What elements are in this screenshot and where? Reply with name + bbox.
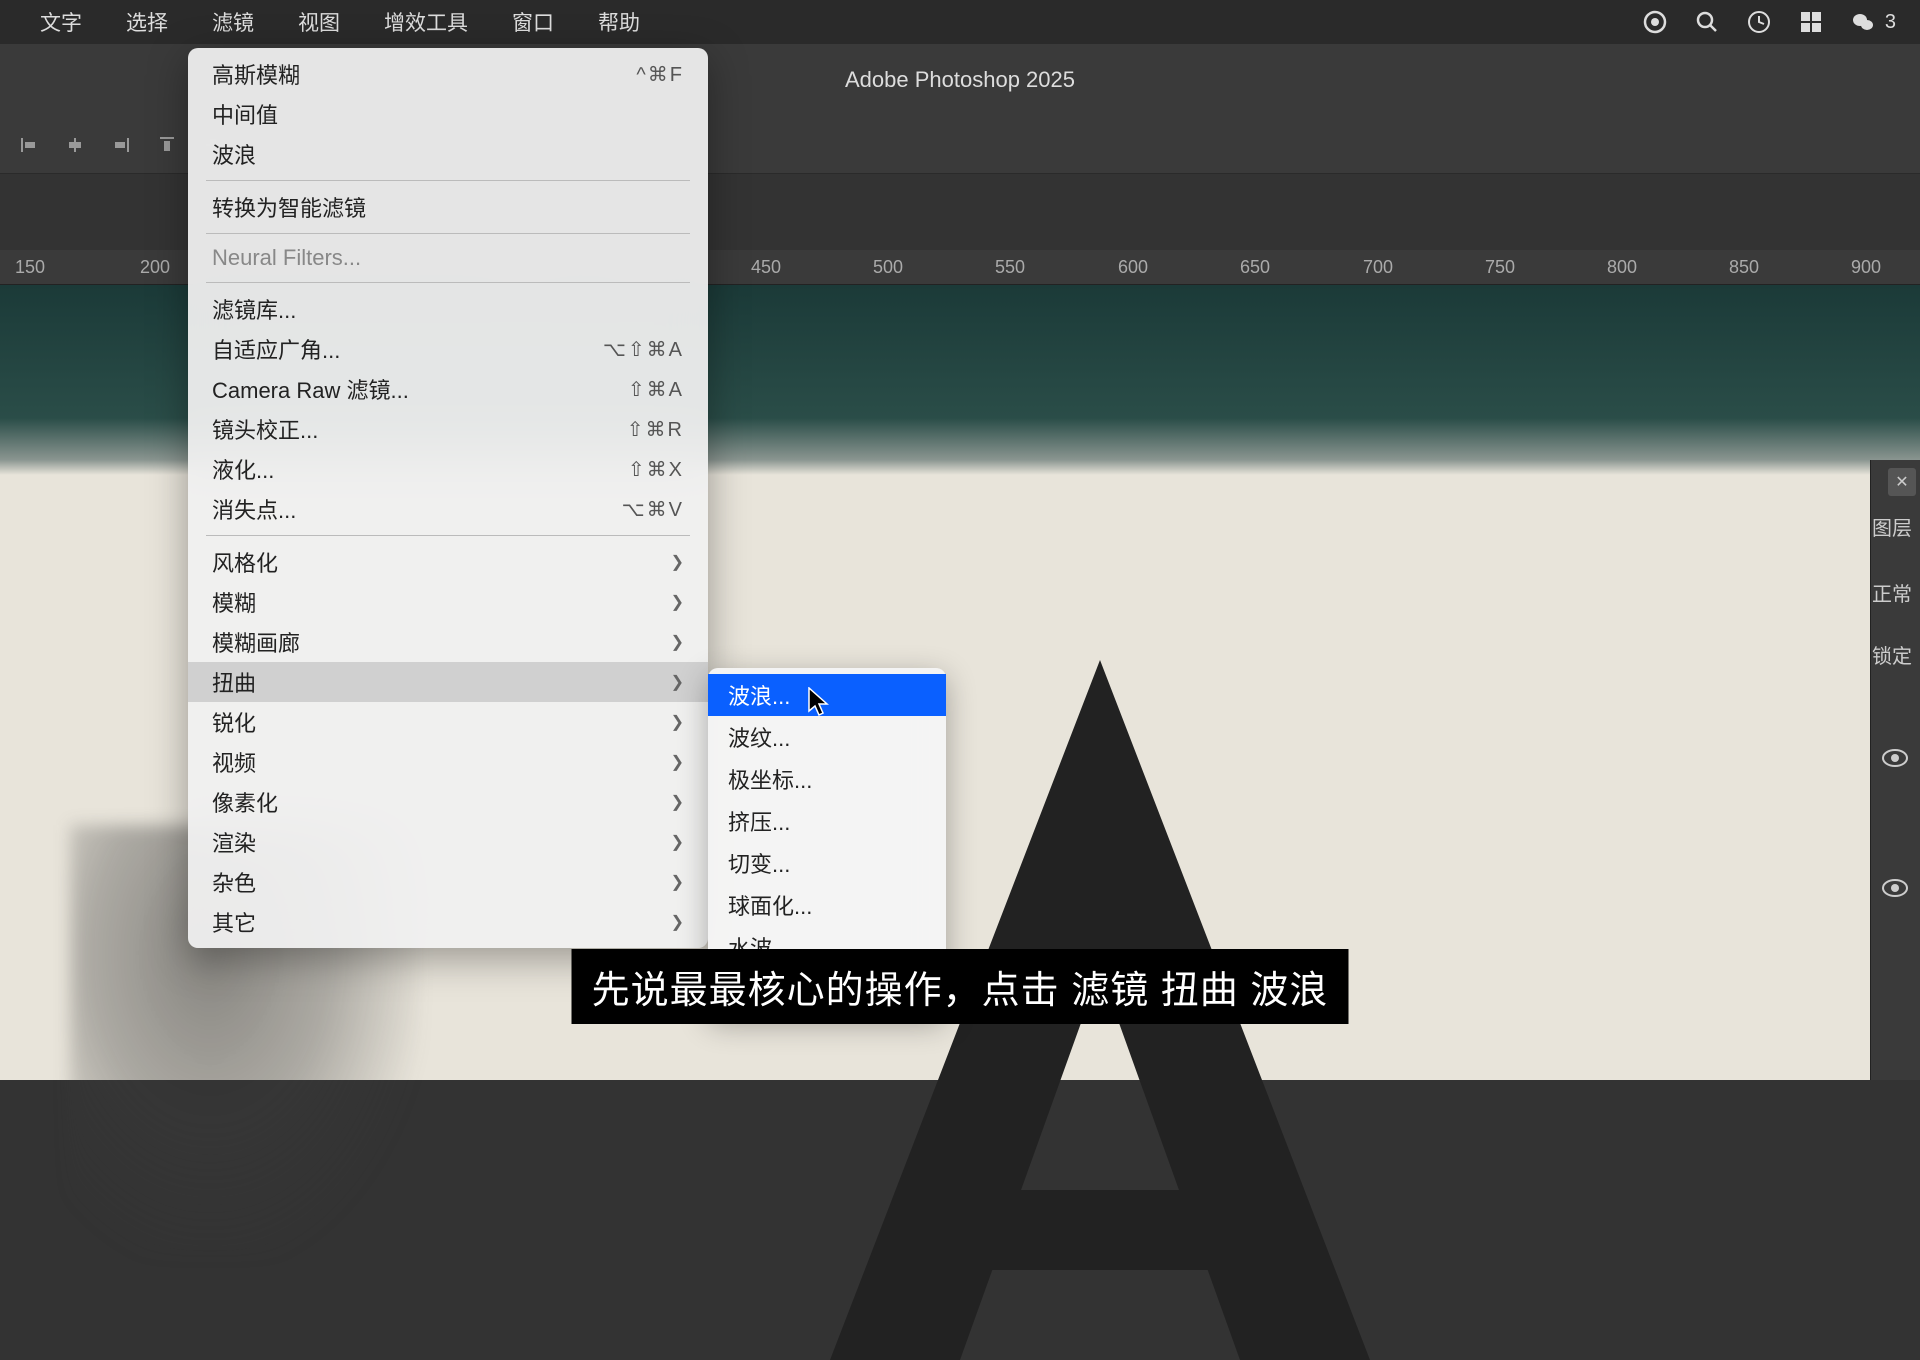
notification-badge: 3 [1885,11,1896,34]
align-left-button[interactable] [6,125,52,165]
align-right-button[interactable] [98,125,144,165]
menu-filter[interactable]: 滤镜 [190,7,276,37]
menu-item-模糊画廊[interactable]: 模糊画廊❯ [188,622,708,662]
chevron-right-icon: ❯ [671,752,684,772]
menu-item-高斯模糊[interactable]: 高斯模糊^⌘F [188,54,708,94]
menu-text[interactable]: 文字 [18,7,104,37]
chevron-right-icon: ❯ [671,872,684,892]
chevron-right-icon: ❯ [671,832,684,852]
visibility-icon[interactable] [1882,878,1908,898]
visibility-icon[interactable] [1882,748,1908,768]
menu-separator [206,233,690,234]
submenu-item-波浪[interactable]: 波浪... [708,674,946,716]
windows-icon[interactable] [1799,10,1823,34]
menu-item-波浪[interactable]: 波浪 [188,134,708,174]
chevron-right-icon: ❯ [671,552,684,572]
menu-item-转换为智能滤镜[interactable]: 转换为智能滤镜 [188,187,708,227]
layers-panel-label[interactable]: 图层 [1872,512,1912,541]
menu-separator [206,535,690,536]
submenu-item-球面化[interactable]: 球面化... [708,884,946,926]
chevron-right-icon: ❯ [671,712,684,732]
menu-item-镜头校正[interactable]: 镜头校正...⇧⌘R [188,409,708,449]
filter-menu-dropdown: 高斯模糊^⌘F中间值波浪转换为智能滤镜 Neural Filters... 滤镜库.… [188,48,708,948]
ruler-mark: 550 [995,257,1025,278]
chevron-right-icon: ❯ [671,792,684,812]
menu-item-其它[interactable]: 其它❯ [188,902,708,942]
ruler-mark: 600 [1118,257,1148,278]
menu-item-滤镜库[interactable]: 滤镜库... [188,289,708,329]
menu-item-风格化[interactable]: 风格化❯ [188,542,708,582]
search-icon[interactable] [1695,10,1719,34]
menu-separator [206,282,690,283]
ruler-mark: 500 [873,257,903,278]
menu-item-自适应广角[interactable]: 自适应广角...⌥⇧⌘A [188,329,708,369]
menu-item-视频[interactable]: 视频❯ [188,742,708,782]
align-top-button[interactable] [144,125,190,165]
ruler-mark: 750 [1485,257,1515,278]
ruler-mark: 200 [140,257,170,278]
blend-mode-label[interactable]: 正常 [1872,578,1912,607]
menu-item-消失点[interactable]: 消失点...⌥⌘V [188,489,708,529]
menu-item-中间值[interactable]: 中间值 [188,94,708,134]
menu-help[interactable]: 帮助 [576,7,662,37]
menu-view[interactable]: 视图 [276,7,362,37]
ruler-mark: 650 [1240,257,1270,278]
right-panel [1870,460,1920,1080]
ruler-mark: 850 [1729,257,1759,278]
ruler-mark: 450 [751,257,781,278]
submenu-item-切变[interactable]: 切变... [708,842,946,884]
menu-plugins[interactable]: 增效工具 [362,7,490,37]
wechat-icon[interactable] [1851,10,1875,34]
menu-item-像素化[interactable]: 像素化❯ [188,782,708,822]
chevron-right-icon: ❯ [671,672,684,692]
ruler-mark: 700 [1363,257,1393,278]
clock-icon[interactable] [1747,10,1771,34]
menu-select[interactable]: 选择 [104,7,190,37]
menu-item-模糊[interactable]: 模糊❯ [188,582,708,622]
lock-label: 锁定 [1872,640,1912,669]
app-title: Adobe Photoshop 2025 [845,67,1075,93]
menubar-right: 3 [1643,0,1896,44]
close-panel-button[interactable]: ✕ [1888,468,1916,496]
submenu-item-波纹[interactable]: 波纹... [708,716,946,758]
menu-item-锐化[interactable]: 锐化❯ [188,702,708,742]
record-icon[interactable] [1643,10,1667,34]
menubar: 文字 选择 滤镜 视图 增效工具 窗口 帮助 3 [0,0,1920,44]
ruler-mark: 900 [1851,257,1881,278]
menu-item-NeuralFilters: Neural Filters... [188,240,708,276]
menu-separator [206,180,690,181]
chevron-right-icon: ❯ [671,912,684,932]
align-center-h-button[interactable] [52,125,98,165]
submenu-item-极坐标[interactable]: 极坐标... [708,758,946,800]
menu-item-杂色[interactable]: 杂色❯ [188,862,708,902]
menu-window[interactable]: 窗口 [490,7,576,37]
menu-item-扭曲[interactable]: 扭曲❯ [188,662,708,702]
ruler-mark: 150 [15,257,45,278]
menu-item-CameraRaw滤镜[interactable]: Camera Raw 滤镜...⇧⌘A [188,369,708,409]
submenu-item-挤压[interactable]: 挤压... [708,800,946,842]
subtitle-caption: 先说最最核心的操作，点击 滤镜 扭曲 波浪 [572,949,1349,1024]
menu-item-液化[interactable]: 液化...⇧⌘X [188,449,708,489]
chevron-right-icon: ❯ [671,632,684,652]
chevron-right-icon: ❯ [671,592,684,612]
menu-item-渲染[interactable]: 渲染❯ [188,822,708,862]
ruler-mark: 800 [1607,257,1637,278]
